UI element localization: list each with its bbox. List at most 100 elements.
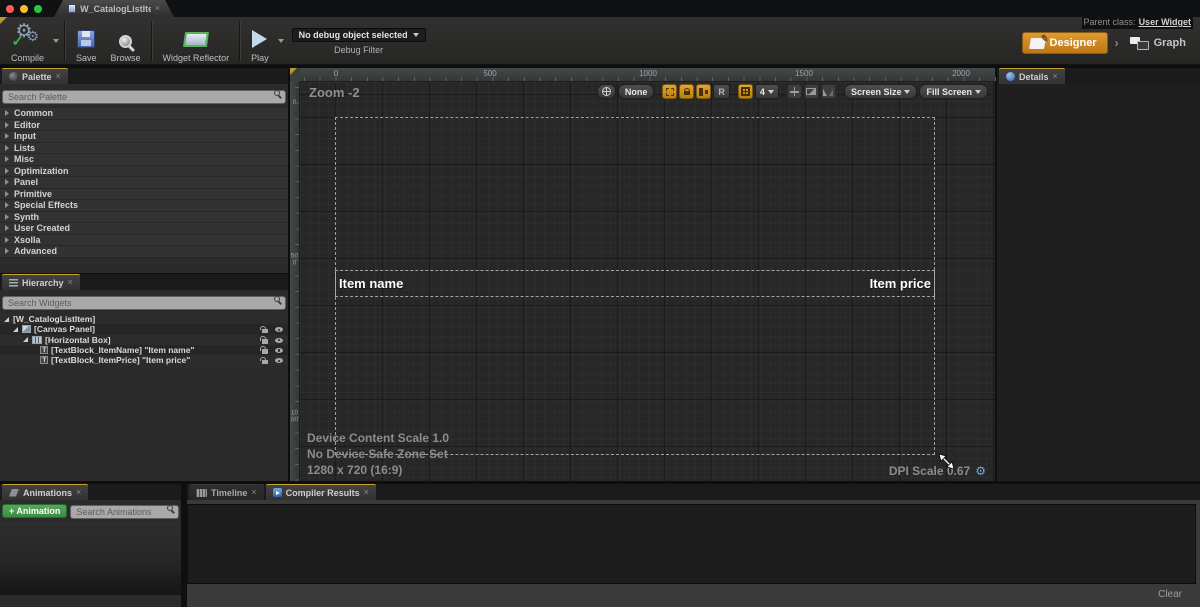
expander-icon[interactable]	[5, 156, 9, 162]
tab-timeline[interactable]: Timeline	[189, 484, 264, 500]
close-tab-icon[interactable]	[155, 4, 160, 13]
palette-category-optimization[interactable]: Optimization	[0, 166, 288, 178]
palette-category-primitive[interactable]: Primitive	[0, 189, 288, 201]
tree-expander-icon[interactable]	[4, 317, 9, 322]
dpi-settings-gear-icon[interactable]: ⚙	[975, 465, 986, 477]
close-tab-icon[interactable]	[251, 488, 256, 497]
expander-icon[interactable]	[5, 179, 9, 185]
close-tab-icon[interactable]	[364, 488, 369, 497]
tab-compiler-results[interactable]: Compiler Results	[266, 484, 376, 500]
tab-palette[interactable]: Palette	[2, 68, 68, 84]
maximize-window-button[interactable]	[34, 5, 42, 13]
palette-category-panel[interactable]: Panel	[0, 177, 288, 189]
expander-icon[interactable]	[5, 214, 9, 220]
compile-button[interactable]: ⚙ ⚙ ✓ Compile	[4, 18, 51, 64]
visibility-icon[interactable]	[275, 338, 283, 343]
parent-class-link[interactable]: User Widget	[1139, 17, 1191, 27]
palette-category-misc[interactable]: Misc	[0, 154, 288, 166]
visibility-icon[interactable]	[275, 358, 283, 363]
show-outlines-toggle[interactable]	[662, 84, 677, 99]
play-options-dropdown-icon[interactable]	[278, 39, 284, 43]
save-button[interactable]: Save	[69, 18, 104, 64]
animations-search-input[interactable]	[70, 505, 179, 519]
tree-row-horizontal-box[interactable]: [Horizontal Box]	[0, 335, 288, 345]
localization-preview-button[interactable]	[597, 84, 616, 99]
expander-icon[interactable]	[5, 248, 9, 254]
palette-category-lists[interactable]: Lists	[0, 143, 288, 155]
item-name-textblock[interactable]: Item name	[339, 276, 403, 291]
expander-icon[interactable]	[5, 168, 9, 174]
tree-expander-icon[interactable]	[13, 327, 18, 332]
tree-row-textblock-itemname[interactable]: [TextBlock_ItemName] "Item name"	[0, 345, 288, 355]
tree-row-textblock-itemprice[interactable]: [TextBlock_ItemPrice] "Item price"	[0, 355, 288, 365]
browse-icon	[119, 35, 132, 48]
expander-icon[interactable]	[5, 110, 9, 116]
lock-icon[interactable]	[262, 329, 268, 334]
expander-icon[interactable]	[5, 133, 9, 139]
palette-category-special-effects[interactable]: Special Effects	[0, 200, 288, 212]
item-price-textblock[interactable]: Item price	[870, 276, 931, 291]
designer-mode-button[interactable]: Designer	[1022, 32, 1108, 54]
preview-none-button[interactable]: None	[618, 84, 655, 99]
screen-size-dropdown[interactable]: Screen Size	[844, 84, 918, 99]
add-animation-button[interactable]: + Animation	[2, 504, 67, 518]
close-tab-icon[interactable]	[76, 488, 81, 497]
palette-category-common[interactable]: Common	[0, 108, 288, 120]
preview-background-button[interactable]	[804, 84, 819, 99]
browse-button[interactable]: Browse	[104, 18, 148, 64]
tab-hierarchy[interactable]: Hierarchy	[2, 274, 80, 290]
tab-animations[interactable]: Animations	[2, 484, 88, 500]
compile-options-dropdown-icon[interactable]	[53, 39, 59, 43]
preview-status-text: Device Content Scale 1.0 No Device Safe …	[307, 430, 449, 478]
debug-object-dropdown[interactable]: No debug object selected	[292, 28, 426, 42]
hierarchy-search-input[interactable]	[2, 296, 286, 310]
minimize-window-button[interactable]	[20, 5, 28, 13]
close-tab-icon[interactable]	[1053, 72, 1058, 81]
compiler-results-content: Clear	[187, 500, 1200, 607]
expander-icon[interactable]	[5, 191, 9, 197]
expander-icon[interactable]	[5, 202, 9, 208]
visibility-icon[interactable]	[275, 327, 283, 332]
dock-corner-marker	[290, 68, 297, 75]
dock-corner-marker	[0, 17, 7, 24]
tab-details[interactable]: Details	[999, 68, 1065, 84]
transform-mode-button[interactable]	[787, 84, 802, 99]
grid-size-dropdown[interactable]: 4	[755, 84, 779, 99]
visibility-icon[interactable]	[275, 348, 283, 353]
graph-mode-button[interactable]: Graph	[1126, 33, 1190, 54]
lock-icon[interactable]	[262, 349, 268, 354]
palette-category-advanced[interactable]: Advanced	[0, 246, 288, 258]
tree-row-canvas-panel[interactable]: [Canvas Panel]	[0, 324, 288, 334]
expander-icon[interactable]	[5, 225, 9, 231]
asset-tab[interactable]: W_CatalogListItem	[54, 0, 174, 17]
snap-grid-toggle[interactable]	[738, 84, 753, 99]
flip-preview-button[interactable]	[821, 84, 836, 99]
horizontal-box-outline[interactable]: Item name Item price	[335, 270, 935, 297]
palette-category-user-created[interactable]: User Created	[0, 223, 288, 235]
respect-locks-toggle[interactable]	[696, 84, 711, 99]
tree-expander-icon[interactable]	[23, 337, 28, 342]
widget-reflector-button[interactable]: Widget Reflector	[156, 18, 237, 64]
palette-category-synth[interactable]: Synth	[0, 212, 288, 224]
palette-search-input[interactable]	[2, 90, 286, 104]
play-button[interactable]: Play	[244, 18, 276, 64]
fill-screen-dropdown[interactable]: Fill Screen	[919, 84, 988, 99]
raw-edit-toggle[interactable]: R	[713, 84, 730, 99]
expander-icon[interactable]	[5, 122, 9, 128]
lock-widgets-toggle[interactable]	[679, 84, 694, 99]
palette-panel: Palette Common Editor Input Lists Misc O…	[0, 68, 288, 273]
close-tab-icon[interactable]	[56, 72, 61, 81]
palette-category-input[interactable]: Input	[0, 131, 288, 143]
clear-log-button[interactable]: Clear	[1158, 589, 1182, 600]
expander-icon[interactable]	[5, 145, 9, 151]
palette-category-xsolla[interactable]: Xsolla	[0, 235, 288, 247]
lock-icon[interactable]	[262, 339, 268, 344]
design-canvas[interactable]: Zoom -2 None R 4 Screen Size Fill Screen	[300, 82, 995, 481]
close-tab-icon[interactable]	[68, 278, 73, 287]
lock-icon[interactable]	[262, 360, 268, 365]
close-window-button[interactable]	[6, 5, 14, 13]
palette-category-editor[interactable]: Editor	[0, 120, 288, 132]
compiler-log-output[interactable]	[187, 504, 1196, 584]
tree-row-root[interactable]: [W_CatalogListItem]	[0, 314, 288, 324]
expander-icon[interactable]	[5, 237, 9, 243]
